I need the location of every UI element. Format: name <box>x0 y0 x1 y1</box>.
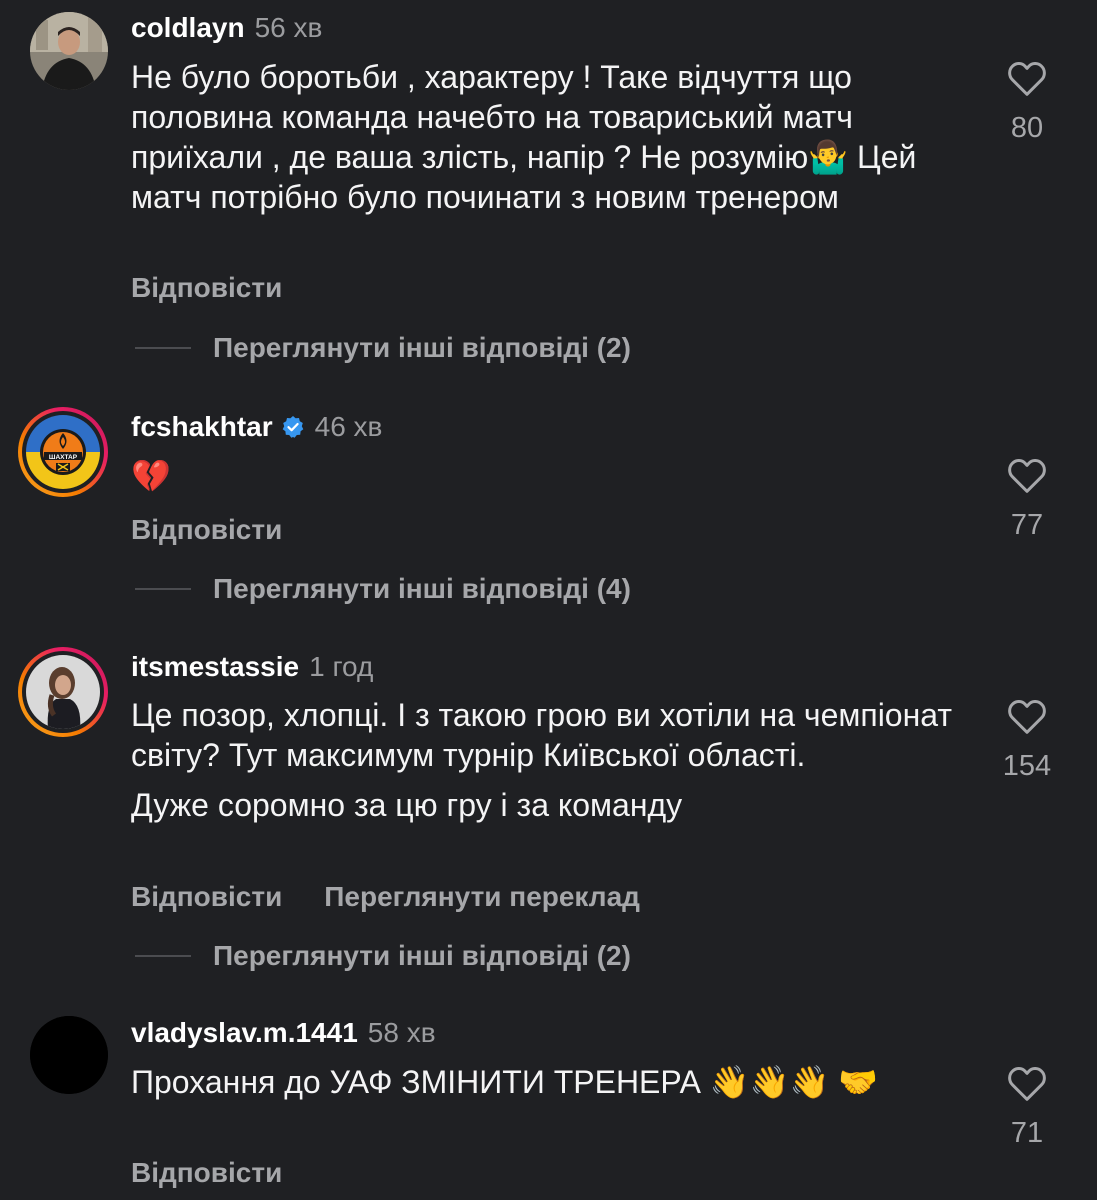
like-button[interactable]: 77 <box>990 457 1064 542</box>
heart-outline-icon <box>1008 1067 1046 1101</box>
avatar[interactable] <box>30 1016 108 1094</box>
logo-text: ШАХТАР <box>49 454 78 461</box>
comment-actions: Відповісти <box>131 1156 282 1190</box>
verified-badge-icon <box>282 416 303 438</box>
comment-actions: Відповісти <box>131 271 282 305</box>
like-button[interactable]: 71 <box>990 1065 1064 1150</box>
view-replies-label: Переглянути інші відповіді (2) <box>213 940 631 971</box>
username[interactable]: coldlayn <box>131 11 245 45</box>
username[interactable]: vladyslav.m.1441 <box>131 1016 358 1050</box>
avatar[interactable]: ШАХТАР <box>18 407 108 497</box>
like-count: 80 <box>1010 112 1044 144</box>
comment-body: 💔 <box>131 457 171 495</box>
comment-header: vladyslav.m.1441 58 хв <box>131 1016 436 1050</box>
heart-outline-icon <box>1008 700 1046 734</box>
replies-divider-line <box>135 955 191 957</box>
comment-body: Це позор, хлопці. І з такою грою ви хоті… <box>131 697 953 773</box>
reply-button[interactable]: Відповісти <box>131 1156 282 1190</box>
avatar-photo-coldlayn <box>30 12 108 90</box>
comment-header: fcshakhtar 46 хв <box>131 410 382 444</box>
comment-body-paragraph-2: Дуже соромно за цю гру і за команду <box>131 787 683 823</box>
username[interactable]: fcshakhtar <box>131 410 273 444</box>
view-replies-label: Переглянути інші відповіді (2) <box>213 332 631 363</box>
comment-header: itsmestassie 1 год <box>131 650 373 684</box>
view-replies-button[interactable]: Переглянути інші відповіді (4) <box>135 572 631 606</box>
username[interactable]: itsmestassie <box>131 650 299 684</box>
comment-body: Не було боротьби , характеру ! Таке відч… <box>131 59 917 215</box>
replies-divider-line <box>135 347 191 349</box>
comment-header: coldlayn 56 хв <box>131 11 322 45</box>
view-replies-button[interactable]: Переглянути інші відповіді (2) <box>135 331 631 365</box>
shakhtar-logo-icon: ШАХТАР <box>26 415 100 489</box>
like-count: 154 <box>1002 750 1052 782</box>
reply-button[interactable]: Відповісти <box>131 880 282 914</box>
like-count: 71 <box>1010 1117 1044 1149</box>
comment-text: Не було боротьби , характеру ! Таке відч… <box>131 57 981 217</box>
replies-divider-line <box>135 588 191 590</box>
comment-actions: Відповісти Переглянути переклад <box>131 880 640 914</box>
like-button[interactable]: 154 <box>990 698 1064 783</box>
view-replies-button[interactable]: Переглянути інші відповіді (2) <box>135 939 631 973</box>
timestamp: 58 хв <box>367 1017 436 1048</box>
avatar[interactable] <box>30 12 108 90</box>
heart-outline-icon <box>1008 62 1046 96</box>
comment-text: 💔 <box>131 456 981 496</box>
comment-text: Прохання до УАФ ЗМІНИТИ ТРЕНЕРА 👋👋👋 🤝 <box>131 1062 931 1102</box>
reply-button[interactable]: Відповісти <box>131 513 282 547</box>
comment-actions: Відповісти <box>131 513 282 547</box>
timestamp: 46 хв <box>314 411 383 442</box>
avatar[interactable] <box>18 647 108 737</box>
heart-outline-icon <box>1008 459 1046 493</box>
timestamp: 1 год <box>309 651 374 682</box>
avatar-photo-vladyslav <box>30 1016 108 1094</box>
reply-button[interactable]: Відповісти <box>131 271 282 305</box>
comment-text: Це позор, хлопці. І з такою грою ви хоті… <box>131 695 981 825</box>
like-count: 77 <box>1010 509 1044 541</box>
avatar-photo-itsmestassie <box>26 655 100 729</box>
like-button[interactable]: 80 <box>990 60 1064 145</box>
see-translation-button[interactable]: Переглянути переклад <box>324 880 640 914</box>
timestamp: 56 хв <box>254 12 323 43</box>
view-replies-label: Переглянути інші відповіді (4) <box>213 573 631 604</box>
comment-body: Прохання до УАФ ЗМІНИТИ ТРЕНЕРА 👋👋👋 🤝 <box>131 1064 879 1100</box>
